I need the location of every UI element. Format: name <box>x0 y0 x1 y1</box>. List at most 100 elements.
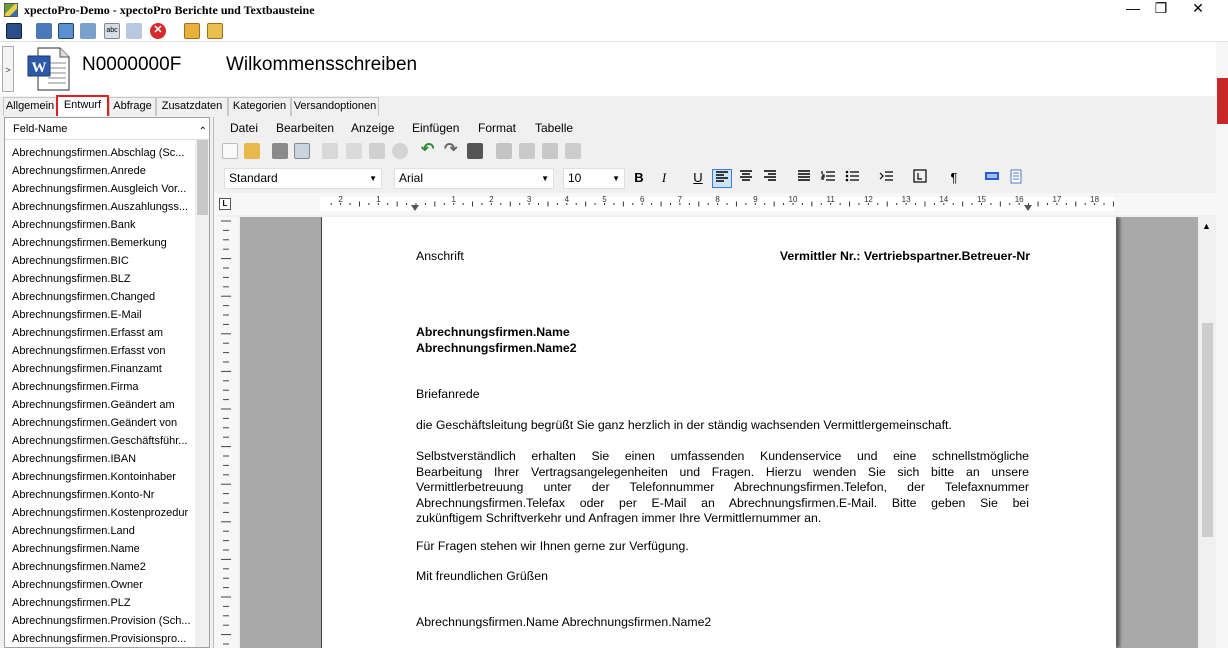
align-right-button[interactable] <box>760 169 780 188</box>
menu-anzeige[interactable]: Anzeige <box>351 121 394 135</box>
tab-zusatzdaten[interactable]: Zusatzdaten <box>156 97 228 116</box>
field-list-item[interactable]: Abrechnungsfirmen.BIC <box>5 252 195 270</box>
field-list-item[interactable]: Abrechnungsfirmen.Geschäftsführ... <box>5 432 195 450</box>
field-list-item[interactable]: Abrechnungsfirmen.E-Mail <box>5 306 195 324</box>
cut-icon[interactable] <box>322 143 338 159</box>
tools-icon[interactable] <box>126 23 142 39</box>
signature-text: Abrechnungsfirmen.Name Abrechnungsfirmen… <box>416 615 712 629</box>
table-insert-icon[interactable] <box>496 143 512 159</box>
document-page[interactable]: Anschrift Vermittler Nr.: Vertriebspartn… <box>321 217 1116 648</box>
field-list-item[interactable]: Abrechnungsfirmen.Bank <box>5 216 195 234</box>
undo-icon[interactable]: ↶ <box>421 142 437 159</box>
menu-tabelle[interactable]: Tabelle <box>535 121 573 135</box>
field-list-item[interactable]: Abrechnungsfirmen.Abschlag (Sc... <box>5 144 195 162</box>
field-list-item[interactable]: Abrechnungsfirmen.PLZ <box>5 594 195 612</box>
copy-icon[interactable] <box>346 143 362 159</box>
italic-button[interactable]: I <box>654 169 674 188</box>
menu-format[interactable]: Format <box>478 121 516 135</box>
cancel-icon[interactable]: ✕ <box>150 23 166 39</box>
field-list-item[interactable]: Abrechnungsfirmen.Geändert am <box>5 396 195 414</box>
table-rows-icon[interactable] <box>519 143 535 159</box>
field-list-item[interactable]: Abrechnungsfirmen.Owner <box>5 576 195 594</box>
paste-icon[interactable] <box>369 143 385 159</box>
font-size-select[interactable]: 10 ▼ <box>563 168 625 189</box>
ruler-label: 10 <box>789 195 798 204</box>
field-list-item[interactable]: Abrechnungsfirmen.Firma <box>5 378 195 396</box>
document-scrollbar[interactable]: ▲ <box>1198 217 1216 648</box>
field-list-item[interactable]: Abrechnungsfirmen.Bemerkung <box>5 234 195 252</box>
table-delete-icon[interactable] <box>565 143 581 159</box>
scrollbar-thumb[interactable] <box>1202 323 1213 537</box>
field-list-item[interactable]: Abrechnungsfirmen.Kostenprozedur <box>5 504 195 522</box>
field-list-item[interactable]: Abrechnungsfirmen.Provisionspro... <box>5 630 195 648</box>
folder-open-icon[interactable] <box>184 23 200 39</box>
open-file-icon[interactable] <box>244 143 260 159</box>
menu-bearbeiten[interactable]: Bearbeiten <box>276 121 334 135</box>
field-list-item[interactable]: Abrechnungsfirmen.Auszahlungss... <box>5 198 195 216</box>
bold-button[interactable]: B <box>629 169 649 188</box>
tab-entwurf[interactable]: Entwurf <box>56 95 109 116</box>
align-left-button[interactable] <box>712 169 732 188</box>
align-center-button[interactable] <box>736 169 756 188</box>
delete-icon[interactable] <box>392 143 408 159</box>
table-columns-icon[interactable] <box>542 143 558 159</box>
new-document-icon[interactable] <box>222 143 238 159</box>
redo-icon[interactable]: ↷ <box>444 142 460 159</box>
print-preview-icon[interactable] <box>294 143 310 159</box>
field-list-item[interactable]: Abrechnungsfirmen.Konto-Nr <box>5 486 195 504</box>
indent-button[interactable] <box>876 169 896 188</box>
scroll-up-icon[interactable]: ▲ <box>1202 221 1211 231</box>
field-list-scrollbar[interactable] <box>195 140 209 647</box>
field-list-item[interactable]: Abrechnungsfirmen.Land <box>5 522 195 540</box>
field-list-item[interactable]: Abrechnungsfirmen.Geändert von <box>5 414 195 432</box>
tab-stop-selector[interactable]: L <box>219 198 231 210</box>
close-button[interactable]: ✕ <box>1180 0 1216 18</box>
scrollbar-thumb[interactable] <box>197 140 208 215</box>
field-list-item[interactable]: Abrechnungsfirmen.Provision (Sch... <box>5 612 195 630</box>
page-setup-button[interactable] <box>1006 169 1026 188</box>
field-list-item[interactable]: Abrechnungsfirmen.BLZ <box>5 270 195 288</box>
justify-button[interactable] <box>794 169 814 188</box>
print-preview-icon[interactable] <box>80 23 96 39</box>
chevron-down-icon: ▼ <box>541 174 549 183</box>
export-icon[interactable] <box>58 23 74 39</box>
field-list-item[interactable]: Abrechnungsfirmen.Finanzamt <box>5 360 195 378</box>
frame-button[interactable] <box>910 169 930 188</box>
horizontal-ruler[interactable]: L 2 1 1 2 3 4 5 6 7 8 9 10 11 12 13 14 15 16 17 18 <box>214 193 1216 215</box>
field-list-item[interactable]: Abrechnungsfirmen.IBAN <box>5 450 195 468</box>
tab-abfrage[interactable]: Abfrage <box>109 97 156 116</box>
field-list-item[interactable]: Abrechnungsfirmen.Ausgleich Vor... <box>5 180 195 198</box>
maximize-button[interactable]: ❐ <box>1143 0 1179 18</box>
field-list-item[interactable]: Abrechnungsfirmen.Erfasst am <box>5 324 195 342</box>
field-list-item[interactable]: Abrechnungsfirmen.Name <box>5 540 195 558</box>
font-select[interactable]: Arial ▼ <box>394 168 554 189</box>
menu-datei[interactable]: Datei <box>230 121 258 135</box>
field-list-item[interactable]: Abrechnungsfirmen.Erfasst von <box>5 342 195 360</box>
recipient-name2: Abrechnungsfirmen.Name2 <box>416 341 577 355</box>
menu-einfuegen[interactable]: Einfügen <box>412 121 459 135</box>
field-list-item[interactable]: Abrechnungsfirmen.Name2 <box>5 558 195 576</box>
underline-button[interactable]: U <box>688 169 708 188</box>
spellcheck-icon[interactable]: abc <box>104 23 120 39</box>
tab-versandoptionen[interactable]: Versandoptionen <box>291 97 379 116</box>
folder-icon[interactable] <box>207 23 223 39</box>
bullet-list-button[interactable] <box>842 169 862 188</box>
tab-kategorien[interactable]: Kategorien <box>228 97 291 116</box>
field-list-item[interactable]: Abrechnungsfirmen.Anrede <box>5 162 195 180</box>
expand-panel-button[interactable]: > <box>2 46 14 92</box>
save-icon[interactable] <box>6 23 22 39</box>
style-select[interactable]: Standard ▼ <box>224 168 382 189</box>
numbered-list-button[interactable] <box>818 169 838 188</box>
print-icon[interactable] <box>272 143 288 159</box>
font-select-value: Arial <box>399 171 424 185</box>
field-name-header[interactable]: Feld-Name ⌃ <box>5 118 209 140</box>
open-record-icon[interactable] <box>36 23 52 39</box>
insert-field-button[interactable] <box>982 169 1002 188</box>
show-formatting-button[interactable]: ¶ <box>944 169 964 188</box>
tab-allgemein[interactable]: Allgemein <box>3 97 57 116</box>
field-list-item[interactable]: Abrechnungsfirmen.Changed <box>5 288 195 306</box>
find-icon[interactable] <box>467 143 483 159</box>
numbered-list-icon <box>821 171 835 181</box>
window-scrollbar[interactable] <box>1216 42 1228 648</box>
field-list-item[interactable]: Abrechnungsfirmen.Kontoinhaber <box>5 468 195 486</box>
